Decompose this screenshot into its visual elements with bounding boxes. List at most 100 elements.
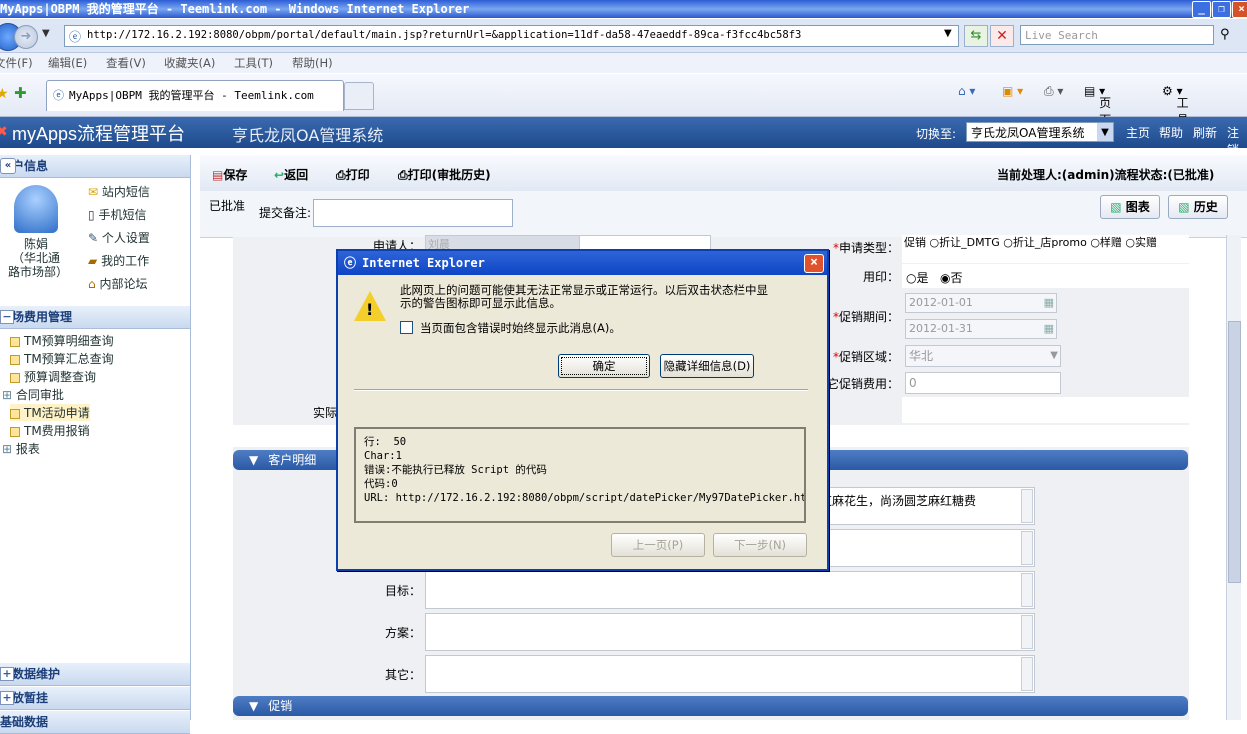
textarea-scrollbar[interactable]: [1021, 573, 1033, 607]
prev-button[interactable]: 上一页(P): [611, 533, 705, 557]
textarea-scrollbar[interactable]: [1021, 489, 1033, 523]
apply-type-radios[interactable]: 促销 ○折让_DMTG ○折让_店promo ○样赠 ○实赠: [902, 235, 1189, 263]
sidebar-item-activity[interactable]: TM活动申请: [10, 404, 90, 421]
forum-icon: ⌂: [88, 277, 96, 291]
next-button[interactable]: 下一步(N): [713, 533, 807, 557]
expand-icon: ⊞: [2, 388, 13, 402]
system-select[interactable]: 亨氏龙凤OA管理系统 ▼: [966, 122, 1114, 142]
sidebar-item-budget-adjust[interactable]: 预算调整查询: [10, 368, 96, 385]
page-scroll-thumb[interactable]: [1228, 321, 1241, 583]
always-show-checkbox[interactable]: [400, 321, 413, 334]
textarea-scrollbar[interactable]: [1021, 531, 1033, 565]
sidebar-item-label: 合同审批: [15, 388, 64, 402]
sidebar-item-budget-detail[interactable]: TM预算明细查询: [10, 332, 114, 349]
print-button[interactable]: ⎙打印: [336, 166, 370, 183]
save-icon: ▤: [212, 168, 224, 182]
refresh-icon[interactable]: ⇆: [964, 25, 988, 47]
section-release-hold[interactable]: 释放暂挂 +: [0, 687, 190, 710]
date-end-input[interactable]: 2012-01-31 ▦: [905, 319, 1057, 339]
quick-mobile[interactable]: ▯ 手机短信: [88, 206, 146, 223]
window-title-bar: MyApps|OBPM 我的管理平台 - Teemlink.com - Wind…: [0, 0, 1247, 18]
sidebar-item-report[interactable]: ⊞ 报表: [2, 440, 40, 457]
collapse-section-icon[interactable]: −: [0, 310, 14, 324]
tools-menu[interactable]: ⚙ 工具(O) ▾: [1162, 84, 1195, 142]
section-promo[interactable]: ▼ 促销: [233, 696, 1188, 716]
section-market-cost[interactable]: 市场费用管理 −: [0, 306, 190, 329]
save-label: 保存: [223, 168, 248, 182]
page-scrollbar[interactable]: [1226, 235, 1241, 720]
remark-input[interactable]: [313, 199, 513, 227]
quick-work[interactable]: ▰ 我的工作: [88, 252, 149, 269]
quick-settings[interactable]: ✎ 个人设置: [88, 229, 150, 246]
url-input[interactable]: ⓔ http://172.16.2.192:8080/obpm/portal/d…: [64, 25, 959, 47]
mail-icon: ✉: [88, 185, 99, 199]
print-seal-radios[interactable]: ○是 ◉否: [902, 264, 1189, 288]
print-history-button[interactable]: ⎙打印(审批历史): [398, 166, 491, 183]
dialog-title: Internet Explorer: [362, 256, 485, 270]
collapse-icon[interactable]: «: [0, 158, 16, 174]
history-label: 历史: [1193, 200, 1218, 214]
radio-no[interactable]: ◉否: [940, 269, 963, 286]
add-favorite-icon[interactable]: ✚: [14, 84, 27, 102]
sidebar-item-budget-summary[interactable]: TM预算汇总查询: [10, 350, 114, 367]
forward-button[interactable]: ➜: [14, 25, 38, 49]
calendar-icon[interactable]: ▦: [1044, 294, 1054, 312]
search-icon[interactable]: ⚲: [1220, 27, 1230, 42]
link-home[interactable]: 主页: [1126, 124, 1150, 141]
region-label-text: 促销区域：: [838, 350, 899, 364]
feeds-icon[interactable]: ▣ ▾: [1002, 84, 1023, 98]
minimize-icon[interactable]: _: [1192, 1, 1211, 18]
expand-section-icon[interactable]: +: [0, 691, 14, 705]
link-refresh[interactable]: 刷新: [1193, 124, 1217, 141]
search-input[interactable]: Live Search: [1020, 25, 1214, 45]
quick-sms[interactable]: ✉ 站内短信: [88, 183, 150, 200]
other-cost-input[interactable]: 0: [905, 372, 1061, 394]
tab-main[interactable]: ⓔ MyApps|OBPM 我的管理平台 - Teemlink.com: [46, 80, 344, 111]
url-dropdown-icon[interactable]: ▼: [944, 28, 952, 39]
link-help[interactable]: 帮助: [1159, 124, 1183, 141]
nav-dropdown-icon[interactable]: ▼: [42, 28, 50, 39]
plan-textarea[interactable]: [425, 613, 1035, 651]
date-start-input[interactable]: 2012-01-01 ▦: [905, 293, 1057, 313]
favorites-star-icon[interactable]: ★: [0, 86, 9, 102]
ok-button[interactable]: 确定: [558, 354, 650, 378]
back-button-form[interactable]: ↩返回: [274, 166, 308, 183]
remark-row: 已批准 提交备注: ▧ 图表 ▧ 历史: [200, 191, 1247, 238]
textarea-scrollbar[interactable]: [1021, 615, 1033, 649]
save-button[interactable]: ▤保存: [212, 166, 247, 183]
avatar: [14, 185, 58, 233]
stop-icon[interactable]: ✕: [990, 25, 1014, 47]
restore-icon[interactable]: ❐: [1212, 1, 1231, 18]
radio-yes[interactable]: ○是: [906, 269, 929, 286]
close-icon[interactable]: ×: [804, 254, 824, 273]
hide-details-button[interactable]: 隐藏详细信息(D): [660, 354, 754, 378]
chart-icon: ▧: [1110, 200, 1122, 214]
history-button[interactable]: ▧ 历史: [1168, 195, 1228, 219]
home-icon[interactable]: ⌂ ▾: [958, 84, 975, 98]
sidebar-item-label: 预算调整查询: [24, 370, 97, 384]
new-tab-button[interactable]: [344, 82, 374, 110]
expand-section-icon[interactable]: +: [0, 667, 14, 681]
section-base-data[interactable]: 基础数据: [0, 711, 190, 734]
close-window-icon[interactable]: ×: [1232, 1, 1247, 18]
menu-file[interactable]: 文件(F): [0, 53, 33, 73]
chart-button[interactable]: ▧ 图表: [1100, 195, 1160, 219]
page-menu[interactable]: ▤ 页面(P) ▾: [1084, 84, 1116, 142]
menu-help[interactable]: 帮助(H): [292, 53, 333, 73]
other-textarea[interactable]: [425, 655, 1035, 693]
sidebar-item-contract[interactable]: ⊞ 合同审批: [2, 386, 64, 403]
region-select[interactable]: 华北 ▼: [905, 345, 1061, 367]
menu-favorites[interactable]: 收藏夹(A): [164, 53, 215, 73]
calendar-icon[interactable]: ▦: [1044, 320, 1054, 338]
target-textarea[interactable]: [425, 571, 1035, 609]
sidebar-item-reimburse[interactable]: TM费用报销: [10, 422, 90, 439]
section-master-data[interactable]: 主数据维护 +: [0, 663, 190, 686]
menu-edit[interactable]: 编辑(E): [48, 53, 87, 73]
print-icon[interactable]: ⎙ ▾: [1044, 84, 1063, 99]
quick-forum[interactable]: ⌂ 内部论坛: [88, 275, 147, 292]
menu-view[interactable]: 查看(V): [106, 53, 146, 73]
menu-tools[interactable]: 工具(T): [234, 53, 273, 73]
back-label: 返回: [284, 168, 309, 182]
link-logout[interactable]: 注销: [1227, 124, 1247, 158]
textarea-scrollbar[interactable]: [1021, 657, 1033, 691]
